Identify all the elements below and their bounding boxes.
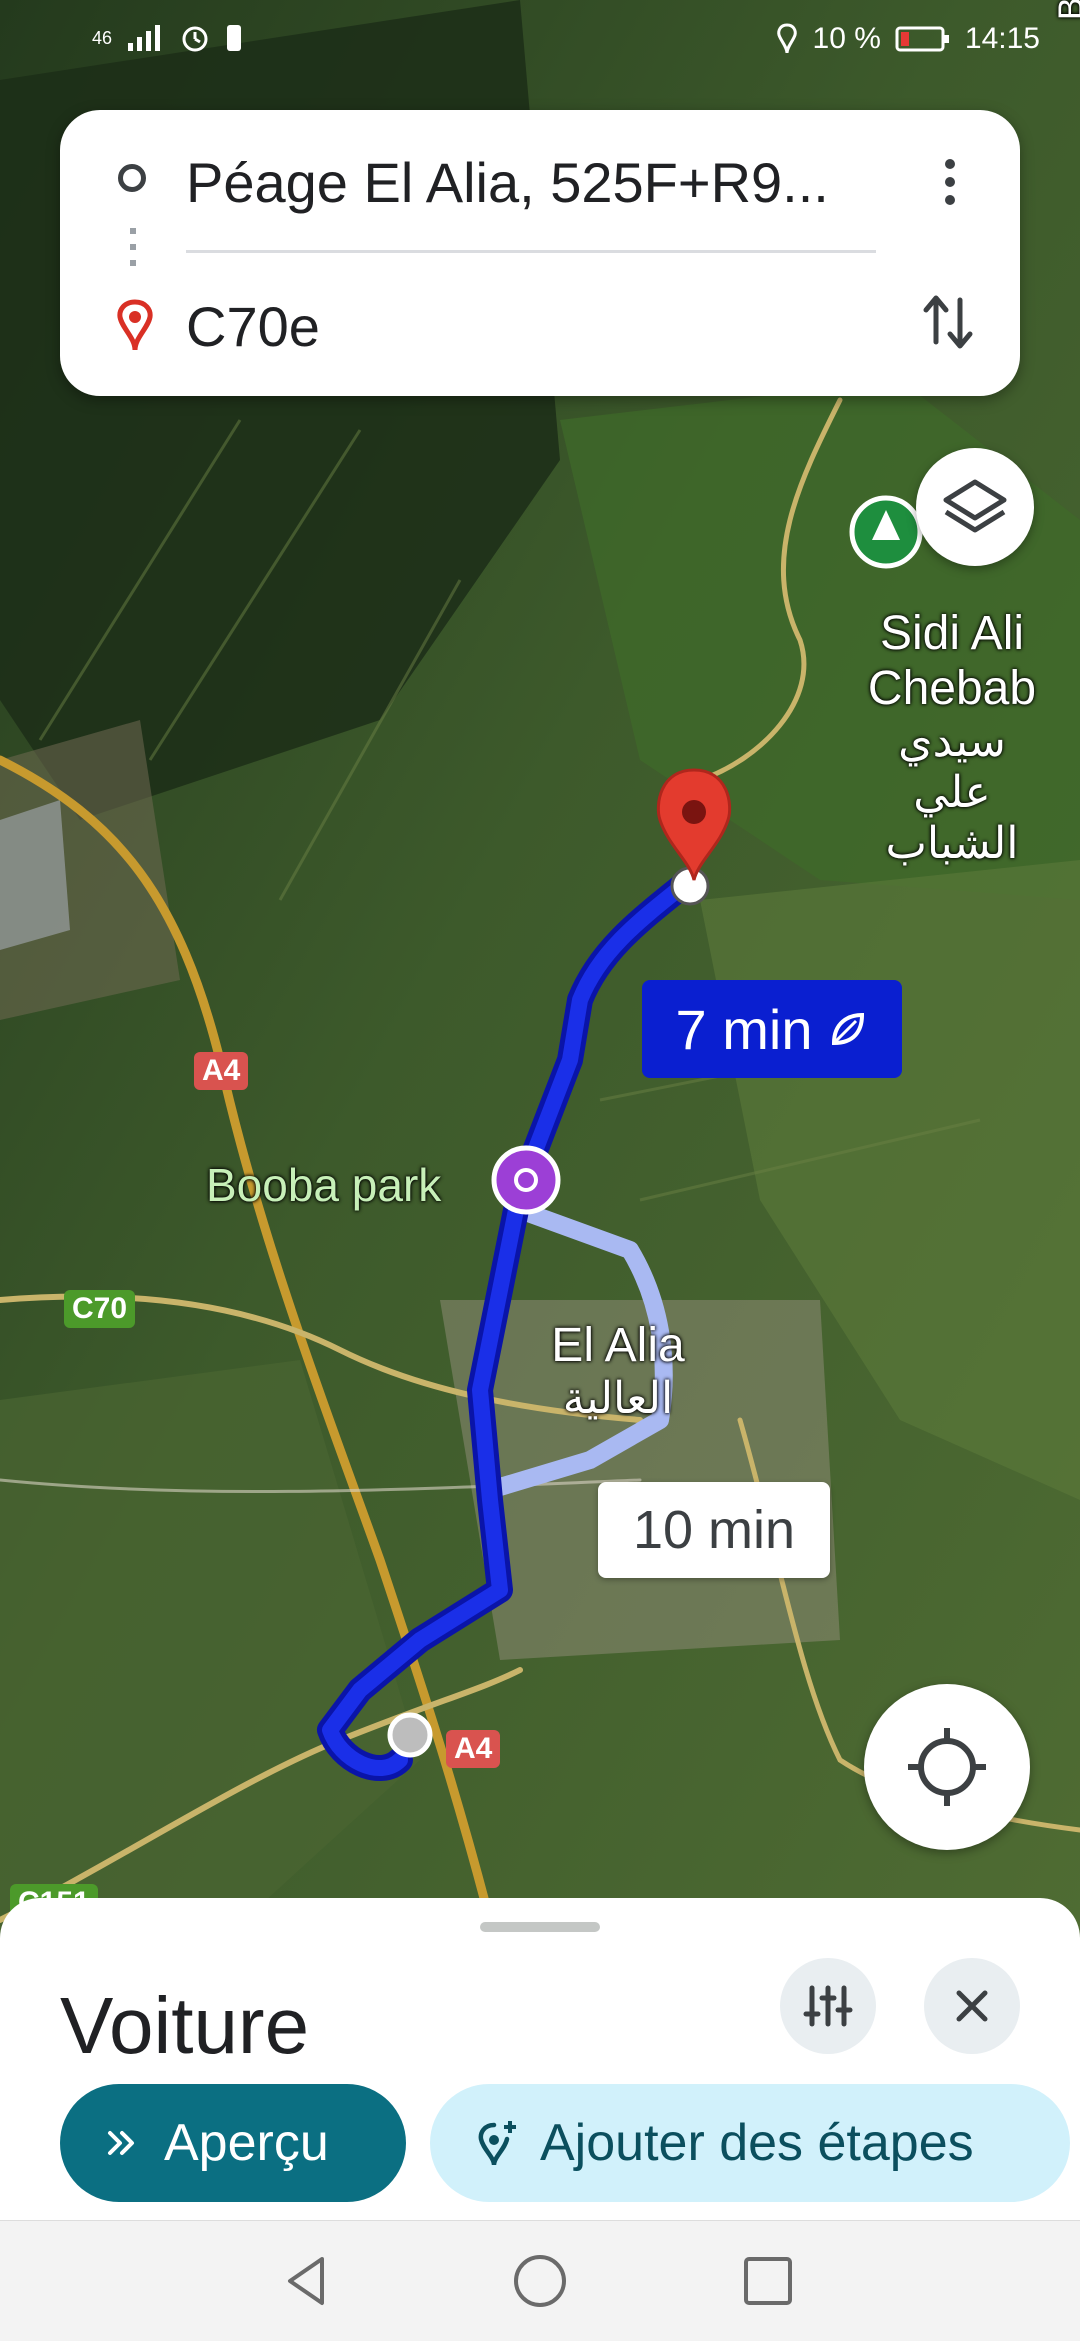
clock: 14:15 bbox=[964, 22, 1040, 55]
route-options-button[interactable] bbox=[780, 1958, 876, 2054]
poi-label-arabic1: سيدي علي bbox=[898, 717, 1006, 817]
back-triangle-icon[interactable] bbox=[276, 2249, 340, 2313]
overview-button-label: Aperçu bbox=[164, 2114, 329, 2172]
origin-marker bbox=[387, 1712, 433, 1758]
destination-field[interactable]: C70e bbox=[186, 294, 320, 359]
alternate-route-eta[interactable]: 10 min bbox=[598, 1482, 830, 1578]
layers-icon bbox=[943, 479, 1007, 533]
poi-label-line2: Chebab bbox=[867, 662, 1037, 715]
recents-square-icon[interactable] bbox=[736, 2249, 800, 2313]
road-shield-a4-top: A4 bbox=[194, 1052, 249, 1090]
travel-mode-title: Voiture bbox=[60, 1981, 310, 2070]
park-marker[interactable] bbox=[491, 1145, 561, 1215]
poi-label-line1: Sidi Ali bbox=[879, 607, 1025, 660]
battery-percent: 10 % bbox=[812, 22, 881, 55]
destination-pin-icon bbox=[117, 299, 153, 351]
home-circle-icon[interactable] bbox=[508, 2249, 572, 2313]
add-stops-button-label: Ajouter des étapes bbox=[540, 2114, 974, 2172]
town-label: El Alia العالية bbox=[548, 1318, 688, 1424]
main-route-eta[interactable]: 7 min bbox=[642, 980, 902, 1078]
location-icon bbox=[776, 23, 797, 54]
my-location-button[interactable] bbox=[864, 1684, 1030, 1850]
add-stops-button[interactable]: Ajouter des étapes bbox=[430, 2084, 1070, 2202]
status-right: 10 % 14:15 bbox=[775, 22, 1040, 56]
close-icon bbox=[956, 1990, 988, 2022]
park-label[interactable]: Booba park bbox=[206, 1158, 441, 1212]
tune-sliders-icon bbox=[803, 1985, 853, 2027]
system-navigation-bar bbox=[0, 2220, 1080, 2341]
signal-icon bbox=[128, 25, 161, 51]
status-bar: 46 10 % 14:15 bbox=[0, 0, 1080, 80]
overview-button[interactable]: Aperçu bbox=[60, 2084, 406, 2202]
network-type: 46 bbox=[92, 27, 113, 48]
double-chevron-icon bbox=[108, 2131, 134, 2155]
town-name: El Alia bbox=[551, 1319, 685, 1372]
route-dots-connector bbox=[130, 228, 136, 276]
bottom-sheet: Voiture Aperçu Ajouter des étapes bbox=[0, 1898, 1080, 2220]
main-route-eta-text: 7 min bbox=[675, 997, 813, 1061]
eco-leaf-icon bbox=[832, 1012, 865, 1046]
close-button[interactable] bbox=[924, 1958, 1020, 2054]
alarm-icon bbox=[182, 26, 208, 52]
more-options-kebab-icon[interactable] bbox=[930, 156, 970, 208]
layers-button[interactable] bbox=[916, 448, 1034, 566]
swap-directions-icon[interactable] bbox=[920, 290, 976, 354]
sheet-drag-handle[interactable] bbox=[480, 1922, 600, 1932]
crosshair-icon bbox=[908, 1728, 986, 1806]
status-left: 46 bbox=[92, 22, 244, 54]
fields-divider bbox=[186, 250, 876, 253]
poi-label-sidi-ali[interactable]: Sidi Ali Chebab سيدي علي الشباب bbox=[864, 606, 1040, 869]
poi-label-arabic2: الشباب bbox=[885, 819, 1019, 868]
road-shield-a4-bottom: A4 bbox=[446, 1730, 501, 1768]
add-location-icon bbox=[478, 2121, 516, 2166]
battery-icon bbox=[895, 26, 949, 52]
origin-field[interactable]: Péage El Alia, 525F+R9... bbox=[186, 150, 829, 215]
road-shield-c70: C70 bbox=[64, 1290, 136, 1328]
town-name-arabic: العالية bbox=[562, 1374, 674, 1423]
vibrate-icon bbox=[227, 25, 242, 51]
origin-circle-icon bbox=[118, 164, 146, 192]
